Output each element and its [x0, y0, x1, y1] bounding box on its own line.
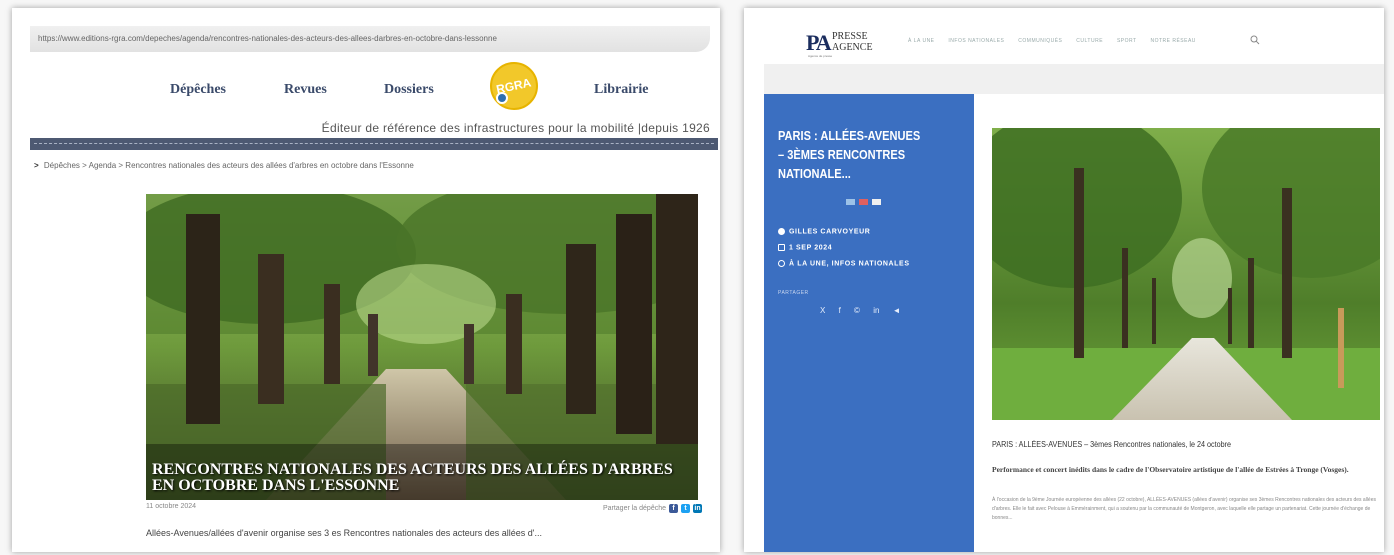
article-lead: Performance et concert inédits dans le c…	[992, 465, 1349, 474]
post-categories[interactable]: À LA UNE, INFOS NATIONALES	[789, 260, 910, 267]
site-menu: À LA UNE INFOS NATIONALES COMMUNIQUÉS CU…	[908, 38, 1208, 44]
post-date: 1 SEP 2024	[789, 244, 833, 252]
presse-agence-logo[interactable]: PA PRESSE AGENCE Agence de presse	[806, 28, 876, 62]
menu-item-sport[interactable]: SPORT	[1117, 38, 1137, 44]
date-item: 1 SEP 2024	[778, 244, 832, 251]
linkedin-icon[interactable]: in	[873, 306, 879, 315]
article-sidebar: PARIS : ALLÉES-AVENUES – 3ÈMES RENCONTRE…	[764, 94, 974, 552]
presse-agence-article-page: PA PRESSE AGENCE Agence de presse À LA U…	[744, 8, 1384, 552]
nav-librairie[interactable]: Librairie	[594, 82, 648, 98]
x-icon[interactable]: X	[820, 306, 825, 315]
menu-item-une[interactable]: À LA UNE	[908, 38, 935, 44]
logo-pa: PA	[806, 30, 832, 55]
linkedin-icon[interactable]: in	[693, 504, 702, 513]
article-meta: 11 octobre 2024 Partager la dépêche f t …	[146, 503, 702, 517]
site-header: PA PRESSE AGENCE Agence de presse À LA U…	[744, 8, 1384, 66]
header-band	[764, 64, 1384, 94]
article-body: À l'occasion de la 9ème Journée européen…	[992, 497, 1376, 521]
calendar-icon	[778, 244, 785, 251]
main-nav: Dépêches Revues Dossiers Librairie	[12, 74, 720, 114]
tree-alley-photo	[146, 194, 698, 500]
user-icon	[778, 228, 785, 235]
screenshot-collage: https://www.editions-rgra.com/depeches/a…	[0, 0, 1394, 555]
menu-item-communiques[interactable]: COMMUNIQUÉS	[1018, 38, 1062, 44]
share-heading: PARTAGER	[778, 290, 809, 296]
nav-dossiers[interactable]: Dossiers	[384, 82, 434, 98]
hero-image: Rencontres nationales des acteurs des al…	[146, 194, 698, 500]
nav-depeches[interactable]: Dépêches	[170, 82, 226, 98]
flag-icon[interactable]	[872, 199, 882, 205]
whatsapp-icon[interactable]: ©	[854, 306, 860, 315]
tagline: Éditeur de référence des infrastructures…	[321, 121, 710, 135]
article-headline[interactable]: PARIS : ALLÉES-AVENUES – 3èmes Rencontre…	[992, 440, 1231, 449]
breadcrumb: > Dépêches > Agenda > Rencontres nationa…	[34, 161, 414, 170]
flag-icon[interactable]	[846, 199, 855, 205]
logo-word-presse: PRESSE	[832, 31, 868, 42]
nav-revues[interactable]: Revues	[284, 82, 327, 98]
logo-dot-icon	[496, 92, 508, 104]
category-item: À LA UNE, INFOS NATIONALES	[778, 260, 910, 267]
logo-word-agence: AGENCE	[832, 42, 873, 53]
rgra-article-page: https://www.editions-rgra.com/depeches/a…	[12, 8, 720, 552]
flag-icon[interactable]	[859, 199, 869, 205]
author-item: GILLES CARVOYEUR	[778, 228, 870, 235]
twitter-icon[interactable]: t	[681, 504, 690, 513]
menu-item-infos[interactable]: INFOS NATIONALES	[948, 38, 1004, 44]
rgra-logo[interactable]: RGRA	[490, 62, 538, 110]
social-share-row: X f © in ◄	[820, 306, 912, 315]
article-date: 11 octobre 2024	[146, 503, 197, 510]
hero-caption[interactable]: Rencontres nationales des acteurs des al…	[152, 462, 692, 494]
breadcrumb-text[interactable]: Dépêches > Agenda > Rencontres nationale…	[44, 161, 414, 170]
tree-alley-photo	[992, 128, 1380, 420]
facebook-icon[interactable]: f	[669, 504, 678, 513]
chevron-right-icon: >	[34, 161, 39, 170]
divider-bar	[30, 138, 718, 150]
share-label: Partager la dépêche	[602, 505, 666, 512]
logo-subtitle: Agence de presse	[808, 54, 833, 58]
article-excerpt: Allées-Avenues/allées d'avenir organise …	[146, 528, 542, 538]
menu-item-reseau[interactable]: NOTRE RÉSEAU	[1150, 38, 1195, 44]
url-bar[interactable]: https://www.editions-rgra.com/depeches/a…	[30, 26, 710, 52]
article-photo	[992, 128, 1380, 420]
author-name[interactable]: GILLES CARVOYEUR	[789, 228, 870, 235]
facebook-icon[interactable]: f	[839, 306, 841, 315]
url-text: https://www.editions-rgra.com/depeches/a…	[38, 34, 497, 43]
search-icon[interactable]	[1250, 35, 1260, 45]
sidebar-title[interactable]: PARIS : ALLÉES-AVENUES – 3ÈMES RENCONTRE…	[778, 126, 923, 183]
folder-icon	[778, 260, 785, 267]
menu-item-culture[interactable]: CULTURE	[1076, 38, 1103, 44]
language-flags	[846, 198, 883, 207]
telegram-icon[interactable]: ◄	[893, 306, 901, 315]
